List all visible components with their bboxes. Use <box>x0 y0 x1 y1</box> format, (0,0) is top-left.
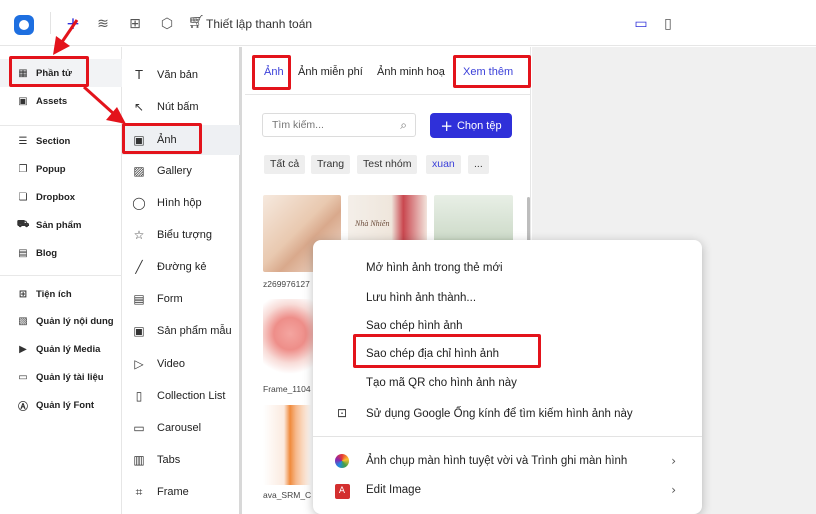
annotation-arrows <box>53 19 126 124</box>
arrow-line <box>82 85 116 116</box>
arrow-head <box>53 36 70 55</box>
arrow-line <box>60 19 79 43</box>
